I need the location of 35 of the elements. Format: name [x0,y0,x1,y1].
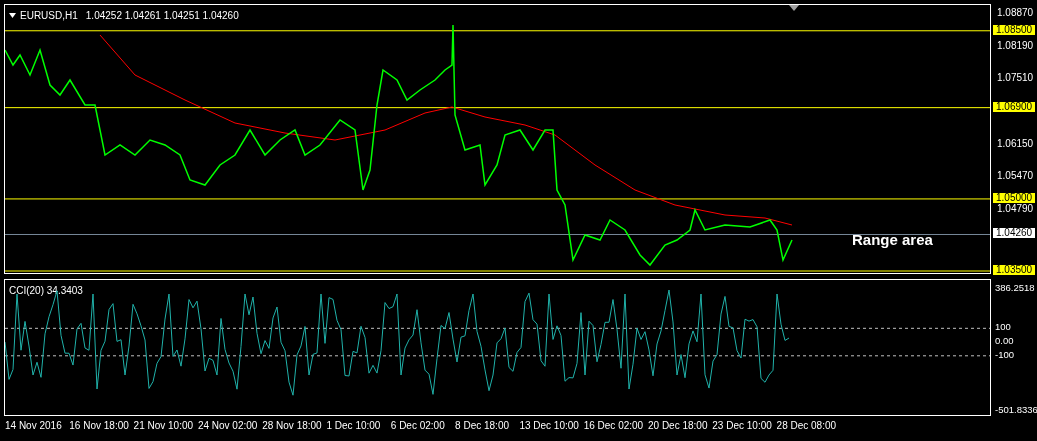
price-axis-label: 1.04790 [997,204,1034,214]
dropdown-triangle-icon[interactable] [9,13,16,18]
time-axis-label: 16 Dec 02:00 [583,420,644,432]
price-axis-label: 1.07510 [997,73,1034,84]
time-axis-label: 28 Dec 08:00 [776,420,837,432]
price-level-tag: 1.08500 [993,24,1036,35]
time-axis-label: 1 Dec 10:00 [326,420,381,432]
indicator-axis-label: 0.00 [995,335,1014,348]
range-area-label: Range area [852,230,933,250]
time-axis-label: 14 Nov 2016 [5,420,62,432]
indicator-axis-label: 386.2518 [995,282,1035,294]
price-level-tag: 1.04260 [993,228,1036,239]
price-level-tag: 1.06900 [993,101,1036,112]
price-axis-label: 1.05470 [997,171,1034,182]
time-axis-label: 28 Nov 18:00 [262,420,322,432]
time-axis-label: 21 Nov 10:00 [133,420,194,432]
indicator-axis-label: 100 [995,321,1011,334]
time-axis-label: 23 Dec 10:00 [712,420,772,432]
time-axis-label: 16 Nov 18:00 [69,420,129,432]
indicator-axis-label: -100 [995,348,1014,361]
shift-marker-icon [789,5,799,11]
price-axis-label: 1.08870 [997,8,1034,18]
time-axis-label: 6 Dec 02:00 [390,420,445,432]
time-axis-label: 20 Dec 18:00 [648,420,708,432]
chart-quotes: 1.04252 1.04261 1.04251 1.04260 [85,9,239,23]
price-axis-label: 1.06150 [997,138,1034,149]
time-axis-label: 13 Dec 10:00 [519,420,579,432]
price-level-tag: 1.03500 [993,265,1036,275]
price-axis-label: 1.08190 [997,40,1034,51]
price-level-tag: 1.05000 [993,192,1036,203]
time-axis-label: 8 Dec 18:00 [455,420,510,432]
indicator-axis-label: -501.8336 [995,404,1037,416]
time-axis-label: 24 Nov 02:00 [197,420,258,432]
indicator-title: CCI(20) 34.3403 [9,284,83,298]
chart-symbol: EURUSD,H1 [20,9,78,23]
